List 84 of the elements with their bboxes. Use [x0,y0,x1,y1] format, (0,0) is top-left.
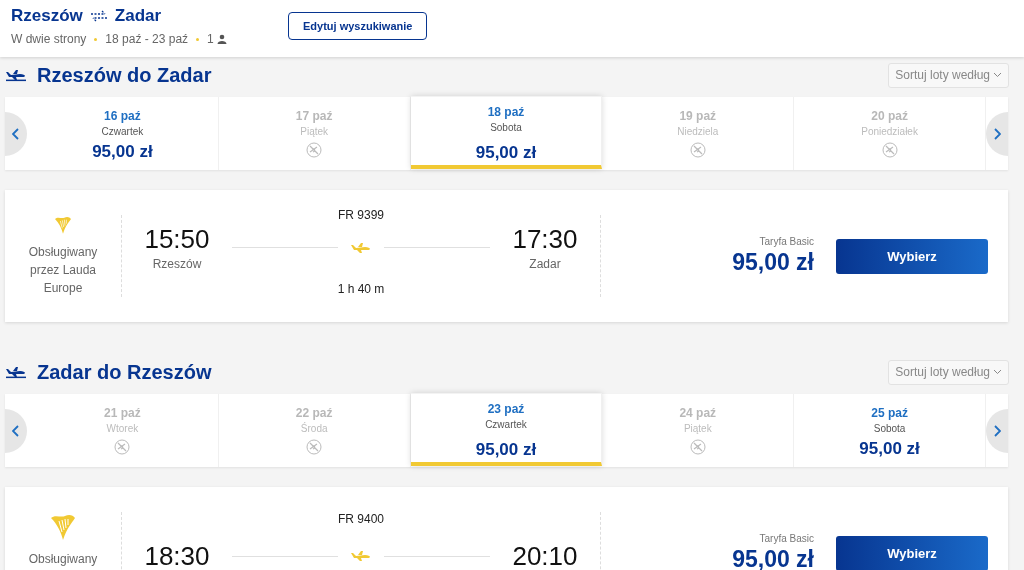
chevron-right-icon [993,424,1001,437]
caret-icon [993,72,1002,78]
arrival-time: 20:10 [512,540,578,570]
date-tab[interactable]: 25 paź Sobota 95,00 zł [794,394,986,467]
date-tab[interactable]: 23 paź Czwartek 95,00 zł [410,393,603,466]
date-tab[interactable]: 18 paź Sobota 95,00 zł [410,96,603,169]
date-label: 22 paź [295,406,333,420]
departure-time: 15:50 [144,224,210,256]
day-label: Poniedziałek [861,126,918,137]
next-button[interactable] [986,111,1008,156]
date-label: 25 paź [871,406,908,420]
select-button[interactable]: Wybierz [836,238,988,274]
operator-text: Obsługiwany [27,551,99,568]
fare-type: Taryfa Basic [759,533,814,544]
no-flight-icon [306,439,323,455]
date-label: 19 paź [679,109,717,123]
flight-number: FR 9400 [337,511,385,526]
day-label: Wtorek [106,423,139,434]
chevron-left-icon [12,424,20,437]
flight-duration: 1 h 40 m [336,281,386,296]
passenger-count: 1 [207,32,214,46]
section-title: Rzeszów do Zadar [37,63,213,87]
departure-city: Rzeszów [152,257,202,272]
flight-number: FR 9399 [337,208,385,223]
day-label: Piątek [683,423,712,434]
departure-icon [5,365,27,379]
chevron-left-icon [12,127,20,140]
day-label: Środa [300,423,328,434]
fare-price: 95,00 zł [859,439,920,459]
no-flight-icon [689,439,706,455]
date-tab[interactable]: 22 paź Środa [218,394,411,467]
date-tab[interactable]: 24 paź Piątek [602,394,795,467]
destination-city: Zadar [114,6,162,26]
day-label: Piątek [300,126,329,137]
operator-text: Obsługiwany przez Lauda Europe [27,244,99,297]
harp-logo-icon [49,512,77,542]
plane-icon [350,549,372,563]
previous-button[interactable] [5,408,27,453]
date-tab[interactable]: 19 paź Niedziela [602,97,795,170]
origin-city: Rzeszów [11,6,83,26]
trip-type: W dwie strony [11,32,87,46]
day-label: Sobota [490,122,522,133]
no-flight-icon [306,142,323,158]
flight-price: 95,00 zł [732,546,814,570]
day-label: Czwartek [101,126,144,137]
previous-button[interactable] [5,111,27,156]
arrival-time: 17:30 [512,224,578,256]
date-tab[interactable]: 20 paź Poniedziałek [794,97,986,170]
day-label: Sobota [873,423,906,434]
date-label: 17 paź [295,109,333,123]
fare-price: 95,00 zł [92,142,153,162]
date-label: 24 paź [679,406,717,420]
day-label: Niedziela [677,126,719,137]
sort-dropdown[interactable]: Sortuj loty według [888,62,1009,88]
edit-search-button[interactable]: Edytuj wyszukiwanie [288,12,428,40]
plane-icon [350,241,372,255]
date-tab[interactable]: 16 paź Czwartek 95,00 zł [27,97,219,170]
section-title: Zadar do Rzeszów [37,360,213,384]
fare-price: 95,00 zł [475,143,537,163]
select-button[interactable]: Wybierz [836,535,988,570]
person-icon [216,34,227,44]
no-flight-icon [881,142,898,158]
fare-price: 95,00 zł [475,440,537,460]
date-tab[interactable]: 17 paź Piątek [218,97,411,170]
date-tab[interactable]: 21 paź Wtorek [27,394,219,467]
departure-icon [5,68,27,82]
swap-arrows-icon [88,10,109,22]
caret-icon [993,369,1002,375]
date-label: 23 paź [487,402,525,416]
day-label: Czwartek [485,419,527,430]
next-button[interactable] [986,408,1008,453]
no-flight-icon [689,142,706,158]
flight-price: 95,00 zł [732,249,814,276]
sort-dropdown[interactable]: Sortuj loty według [888,359,1009,385]
date-label: 18 paź [487,105,525,119]
date-label: 20 paź [871,109,908,123]
date-label: 16 paź [104,109,141,123]
chevron-right-icon [993,127,1001,140]
fare-type: Taryfa Basic [759,236,814,247]
no-flight-icon [114,439,131,455]
trip-dates: 18 paź - 23 paź [105,32,189,46]
arrival-city: Zadar [529,257,561,272]
departure-time: 18:30 [144,540,210,570]
date-label: 21 paź [104,406,141,420]
